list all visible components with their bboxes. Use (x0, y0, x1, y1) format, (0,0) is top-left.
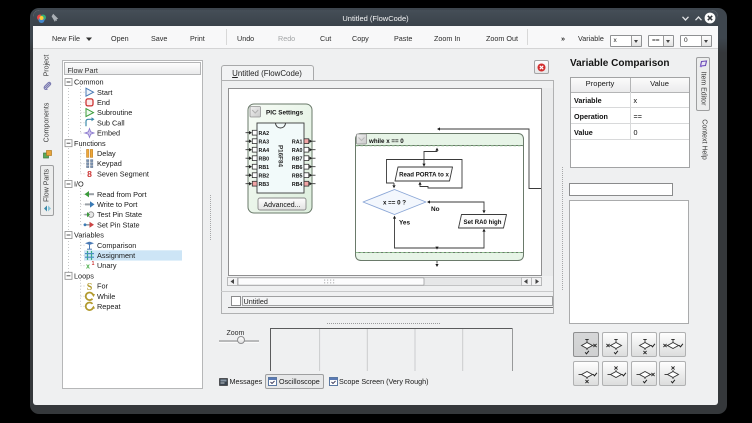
svg-text:Common: Common (74, 78, 104, 87)
svg-text:RB7: RB7 (292, 156, 303, 162)
svg-text:P16F84: P16F84 (277, 145, 284, 168)
svg-text:Variables: Variables (74, 231, 104, 240)
svg-text:RA1: RA1 (292, 139, 303, 145)
svg-text:Set RA0 high: Set RA0 high (464, 219, 502, 226)
svg-text:Subroutine: Subroutine (97, 108, 132, 117)
svg-text:Write to Port: Write to Port (97, 200, 137, 209)
svg-text:Read PORTA to x: Read PORTA to x (399, 171, 449, 178)
svg-text:Keypad: Keypad (97, 159, 122, 168)
svg-text:For: For (97, 282, 109, 291)
svg-text:x == 0 ?: x == 0 ? (383, 199, 406, 206)
svg-text:Set Pin State: Set Pin State (97, 220, 140, 229)
svg-text:x: x (86, 264, 90, 271)
svg-text:I/O: I/O (74, 180, 84, 189)
svg-text:Unary: Unary (97, 261, 117, 270)
svg-text:RA3: RA3 (259, 139, 270, 145)
svg-text:RB6: RB6 (292, 165, 303, 171)
svg-text:Yes: Yes (399, 220, 410, 227)
svg-text:Assignment: Assignment (97, 251, 135, 260)
svg-text:Read from Port: Read from Port (97, 190, 146, 199)
svg-text:8: 8 (87, 169, 92, 179)
svg-text:Functions: Functions (74, 139, 106, 148)
svg-text:Advanced...: Advanced... (264, 202, 301, 209)
svg-text:S: S (87, 282, 93, 293)
svg-text:End: End (97, 98, 110, 107)
svg-text:RB3: RB3 (259, 182, 270, 188)
svg-text:Loops: Loops (74, 271, 94, 280)
svg-text:RB5: RB5 (292, 173, 303, 179)
svg-text:Test Pin State: Test Pin State (97, 210, 142, 219)
svg-text:Sub Call: Sub Call (97, 118, 125, 127)
svg-text:RB2: RB2 (259, 173, 270, 179)
svg-text:While: While (97, 292, 115, 301)
svg-text:RB1: RB1 (259, 165, 270, 171)
svg-text:RA4: RA4 (259, 148, 270, 154)
svg-text:Comparison: Comparison (97, 241, 136, 250)
svg-text:1: 1 (92, 261, 95, 267)
svg-text:Start: Start (97, 88, 112, 97)
svg-text:RA0: RA0 (292, 148, 303, 154)
svg-text:RB0: RB0 (259, 156, 270, 162)
svg-text:Delay: Delay (97, 149, 116, 158)
svg-text:Embed: Embed (97, 129, 120, 138)
svg-text:Seven Segment: Seven Segment (97, 169, 149, 178)
svg-text:Repeat: Repeat (97, 302, 121, 311)
svg-text:RB4: RB4 (292, 182, 303, 188)
svg-text:PIC Settings: PIC Settings (266, 110, 304, 117)
svg-text:RA2: RA2 (259, 131, 270, 137)
svg-text:No: No (431, 206, 440, 213)
svg-text:while x == 0: while x == 0 (368, 138, 404, 145)
